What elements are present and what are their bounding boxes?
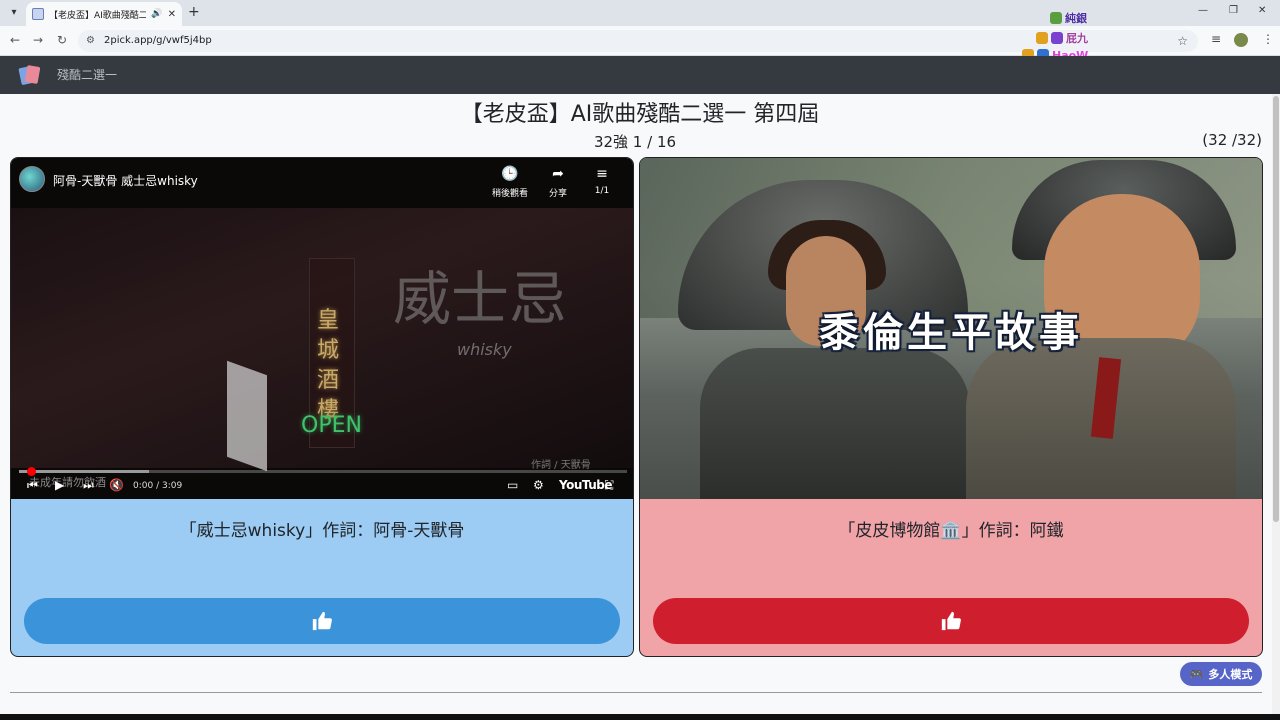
multiplayer-mode-button[interactable]: 🎮 多人模式 (1180, 662, 1262, 686)
previous-icon[interactable]: ⏮ (27, 478, 38, 493)
maximize-icon[interactable]: ❐ (1229, 5, 1238, 16)
candidate-card-right: 黍倫生平故事 「皮皮博物館🏛️」作詞：阿鐵 (639, 157, 1263, 657)
bookmark-star-icon[interactable]: ☆ (1177, 34, 1188, 48)
candidate-card-left: 皇城酒樓 OPEN 威士忌 whisky 阿骨-天獸骨 威士忌whisky 🕒 … (10, 157, 634, 657)
tab-title: 【老皮盃】AI歌曲殘酷二選 (49, 10, 147, 21)
browser-toolbar: ← → ↻ ⚙ 2pick.app/g/vwf5j4bp ☆ (0, 26, 1280, 56)
browser-tabbar: ▾ 【老皮盃】AI歌曲殘酷二選 🔊 ✕ + — ❐ ✕ (0, 0, 1280, 26)
subtitles-icon[interactable]: ▭ (507, 478, 518, 492)
forward-icon[interactable]: → (33, 33, 43, 47)
address-bar[interactable]: ⚙ 2pick.app/g/vwf5j4bp ☆ (78, 30, 1198, 52)
neon-sign-text: 皇城酒樓 (317, 308, 340, 423)
cover-overlay-text: 黍倫生平故事 (819, 309, 1083, 356)
settings-gear-icon[interactable]: ⚙ (533, 478, 544, 492)
video-warning-text: 未成年請勿飲酒 (29, 476, 106, 489)
whisky-chalk-text: whisky (457, 340, 512, 359)
tab-favicon-icon (32, 8, 44, 20)
song-caption: 「皮皮博物館🏛️」作詞：阿鐵 (838, 521, 1064, 541)
video-title[interactable]: 阿骨-天獸骨 威士忌whisky (53, 172, 198, 189)
song-cover-image: 黍倫生平故事 (640, 158, 1262, 499)
video-progress-bar[interactable] (19, 467, 627, 476)
song-caption: 「威士忌whisky」作詞：阿骨-天獸骨 (179, 521, 465, 541)
minimize-icon[interactable]: — (1198, 5, 1208, 16)
street-sign (227, 360, 267, 472)
mute-icon[interactable]: 🔇 (109, 478, 124, 492)
profile-avatar[interactable] (1234, 33, 1248, 47)
share-arrow-icon: ➦ (552, 166, 564, 182)
new-tab-icon[interactable]: + (188, 4, 200, 20)
video-frame: 皇城酒樓 OPEN 威士忌 whisky (11, 208, 633, 472)
divider (10, 692, 1262, 693)
youtube-player[interactable]: 皇城酒樓 OPEN 威士忌 whisky 阿骨-天獸骨 威士忌whisky 🕒 … (11, 158, 633, 499)
fullscreen-icon[interactable]: ⛶ (605, 478, 613, 493)
watch-later-button[interactable]: 🕒 稍後觀看 (487, 166, 533, 199)
brand-link[interactable]: 殘酷二選一 (57, 66, 117, 83)
play-icon[interactable]: ▶ (55, 478, 64, 492)
share-button[interactable]: ➦ 分享 (535, 166, 581, 199)
video-time: 0:00 / 3:09 (133, 481, 183, 491)
channel-avatar[interactable] (19, 166, 45, 192)
back-icon[interactable]: ← (10, 33, 20, 47)
buffered-bar (19, 470, 149, 473)
neon-open-text: OPEN (301, 413, 362, 438)
next-icon[interactable]: ⏭ (83, 478, 94, 493)
progress-count: (32 /32) (1202, 131, 1262, 149)
close-tab-icon[interactable]: ✕ (168, 9, 176, 20)
reload-icon[interactable]: ↻ (57, 33, 67, 47)
round-indicator: 32強 1 / 16 (593, 133, 677, 151)
tab-search-icon[interactable]: ▾ (6, 5, 22, 21)
vote-right-button[interactable] (653, 598, 1249, 644)
media-control-icon[interactable]: ≡ (1211, 32, 1221, 46)
chalk-title-text: 威士忌 (393, 265, 568, 333)
thumbs-up-icon (941, 611, 961, 631)
speaker-icon[interactable]: 🔊 (151, 9, 162, 19)
page-title: 【老皮盃】AI歌曲殘酷二選一 第四屆 (460, 102, 820, 127)
video-controls: 作詞 / 天獸骨 未成年請勿飲酒 ⏮ ▶ ⏭ 🔇 0:00 / 3:09 ▭ ⚙… (11, 460, 633, 499)
browser-menu-icon[interactable]: ⋮ (1262, 32, 1274, 46)
scrollbar-thumb[interactable] (1273, 96, 1279, 522)
browser-tab-active[interactable]: 【老皮盃】AI歌曲殘酷二選 🔊 ✕ (26, 2, 182, 26)
thumbs-up-icon (312, 611, 332, 631)
taskbar-edge (0, 714, 1280, 720)
gamepad-icon: 🎮 (1189, 667, 1204, 681)
video-credit: 作詞 / 天獸骨 (531, 460, 591, 471)
vote-left-button[interactable] (24, 598, 620, 644)
app-navbar: 殘酷二選一 (0, 56, 1280, 94)
clock-icon: 🕒 (501, 166, 519, 182)
site-info-icon[interactable]: ⚙ (86, 35, 95, 46)
close-window-icon[interactable]: ✕ (1258, 5, 1266, 16)
url-text: 2pick.app/g/vwf5j4bp (104, 35, 212, 46)
playlist-button[interactable]: ≡ 1/1 (579, 166, 625, 196)
cards-logo-icon[interactable] (18, 65, 41, 86)
video-header: 阿骨-天獸骨 威士忌whisky 🕒 稍後觀看 ➦ 分享 ≡ 1/1 (11, 158, 633, 202)
playlist-icon: ≡ (596, 166, 608, 182)
woman-coat (700, 348, 970, 499)
